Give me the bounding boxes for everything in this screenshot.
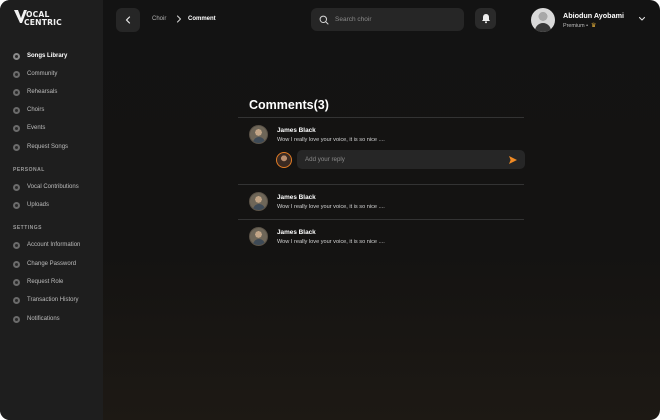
music-icon [13, 52, 20, 60]
upload-icon [13, 201, 20, 209]
divider [238, 184, 524, 185]
logo-text-line2: CENTRIC [24, 18, 62, 27]
section-heading-personal: PERSONAL [13, 167, 45, 173]
rehearsal-icon [13, 88, 20, 96]
comment-text: Wow I really love your voice, it is so n… [277, 137, 385, 143]
comment-text: Wow I really love your voice, it is so n… [277, 239, 385, 245]
sidebar-item-community[interactable]: Community [13, 68, 57, 80]
microphone-icon [13, 183, 20, 191]
sidebar-item-rehearsals[interactable]: Rehearsals [13, 86, 57, 98]
history-icon [13, 296, 20, 304]
user-avatar[interactable] [531, 8, 555, 32]
divider [238, 117, 524, 118]
reply-input[interactable] [305, 156, 495, 163]
sidebar-item-label: Account Information [27, 242, 81, 248]
app-logo[interactable]: OCAL CENTRIC [14, 10, 84, 30]
chevron-down-icon[interactable] [638, 15, 646, 23]
sidebar-item-label: Request Role [27, 279, 64, 285]
sidebar-item-request-songs[interactable]: Request Songs [13, 141, 68, 153]
back-button[interactable] [116, 8, 140, 32]
lock-icon [13, 260, 20, 268]
sidebar-item-label: Notifications [27, 316, 60, 322]
divider [238, 219, 524, 220]
user-tier: Premium • ♛ [563, 22, 597, 30]
reply-avatar [276, 152, 292, 168]
reply-box[interactable] [297, 150, 525, 169]
comment-text: Wow I really love your voice, it is so n… [277, 204, 385, 210]
sidebar-item-label: Vocal Contributions [27, 184, 79, 190]
bell-icon [481, 14, 490, 24]
search-bar[interactable] [311, 8, 464, 31]
notification-icon [13, 315, 20, 323]
sidebar-item-label: Rehearsals [27, 89, 58, 95]
notifications-button[interactable] [475, 8, 496, 29]
sidebar-item-label: Songs Library [27, 53, 68, 59]
chevron-right-icon [176, 15, 182, 23]
comment-author[interactable]: James Black [277, 229, 316, 236]
app-window: OCAL CENTRIC Songs Library Community Reh… [0, 0, 660, 420]
sidebar-item-label: Transaction History [27, 297, 79, 303]
chevron-left-icon [125, 16, 131, 24]
sidebar-item-songs-library[interactable]: Songs Library [13, 50, 67, 62]
section-heading-settings: SETTINGS [13, 225, 43, 231]
sidebar-item-label: Community [27, 71, 58, 77]
sidebar-item-label: Events [27, 125, 46, 131]
comment-author[interactable]: James Black [277, 127, 316, 134]
sidebar-item-transaction-history[interactable]: Transaction History [13, 294, 78, 306]
role-icon [13, 278, 20, 286]
sidebar-item-request-role[interactable]: Request Role [13, 276, 63, 288]
sidebar-item-vocal-contributions[interactable]: Vocal Contributions [13, 181, 79, 193]
crown-icon: ♛ [590, 23, 597, 29]
sidebar-item-label: Request Songs [27, 144, 69, 150]
comment-avatar[interactable] [249, 227, 268, 246]
sidebar: OCAL CENTRIC Songs Library Community Reh… [0, 0, 103, 420]
sidebar-item-choirs[interactable]: Choirs [13, 104, 44, 116]
comment-avatar[interactable] [249, 192, 268, 211]
community-icon [13, 70, 20, 78]
breadcrumb-comment: Comment [188, 16, 216, 22]
sidebar-item-change-password[interactable]: Change Password [13, 258, 76, 270]
calendar-icon [13, 124, 20, 132]
sidebar-item-account-information[interactable]: Account Information [13, 239, 80, 251]
user-tier-label: Premium • [563, 22, 588, 29]
user-name: Abiodun Ayobami [563, 11, 624, 20]
sidebar-item-events[interactable]: Events [13, 122, 45, 134]
user-icon [13, 241, 20, 249]
choir-icon [13, 106, 20, 114]
search-input[interactable] [335, 16, 455, 23]
comments-title: Comments(3) [249, 98, 329, 112]
sidebar-item-notifications[interactable]: Notifications [13, 313, 60, 325]
sidebar-item-label: Change Password [27, 261, 77, 267]
search-icon [319, 15, 329, 24]
sidebar-item-uploads[interactable]: Uploads [13, 199, 49, 211]
comment-author[interactable]: James Black [277, 194, 316, 201]
breadcrumb-choir[interactable]: Choir [152, 16, 166, 22]
sidebar-item-label: Uploads [27, 202, 50, 208]
comment-avatar[interactable] [249, 125, 268, 144]
sidebar-item-label: Choirs [27, 107, 45, 113]
request-icon [13, 143, 20, 151]
send-icon[interactable] [508, 155, 518, 165]
